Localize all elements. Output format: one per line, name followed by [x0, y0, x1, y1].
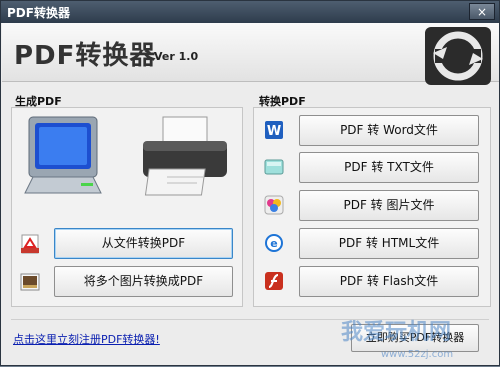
convert-multiple-images-button[interactable]: 将多个图片转换成PDF: [54, 266, 233, 297]
pdf-to-word-button[interactable]: PDF 转 Word文件: [299, 115, 479, 146]
flash-icon: [265, 272, 283, 290]
svg-text:W: W: [267, 124, 281, 139]
pdf-to-image-button[interactable]: PDF 转 图片文件: [299, 190, 479, 221]
word-icon: W: [265, 121, 283, 139]
version-label: Ver 1.0: [154, 50, 199, 63]
printer-icon: [143, 116, 227, 196]
pdf-to-flash-button[interactable]: PDF 转 Flash文件: [299, 266, 479, 297]
refresh-arrows-icon: [425, 27, 491, 85]
pdf-to-html-button[interactable]: PDF 转 HTML文件: [299, 228, 479, 259]
app-title: PDF转换器: [14, 41, 157, 71]
image-file-icon: [20, 273, 40, 291]
close-button[interactable]: ×: [469, 3, 495, 20]
app-window: PDF转换器 × PDF转换器 Ver 1.0 生成PDF 从文件转换PDF 将…: [0, 0, 500, 366]
pdf-to-txt-button[interactable]: PDF 转 TXT文件: [299, 152, 479, 183]
monitor-icon: [24, 116, 102, 194]
text-file-icon: [264, 159, 284, 175]
app-header: PDF转换器 Ver 1.0: [2, 23, 499, 85]
picture-icon: [264, 195, 284, 215]
footer-divider: [11, 319, 489, 320]
buy-register-button[interactable]: 立即购买PDF转换器: [351, 324, 479, 352]
convert-from-file-button[interactable]: 从文件转换PDF: [54, 228, 233, 259]
title-bar[interactable]: PDF转换器 ×: [1, 1, 499, 23]
pdf-file-icon: [21, 234, 39, 254]
svg-text:e: e: [270, 237, 277, 250]
register-link[interactable]: 点击这里立刻注册PDF转换器!: [13, 331, 160, 347]
html-icon: e: [265, 234, 283, 252]
window-title: PDF转换器: [7, 6, 70, 20]
